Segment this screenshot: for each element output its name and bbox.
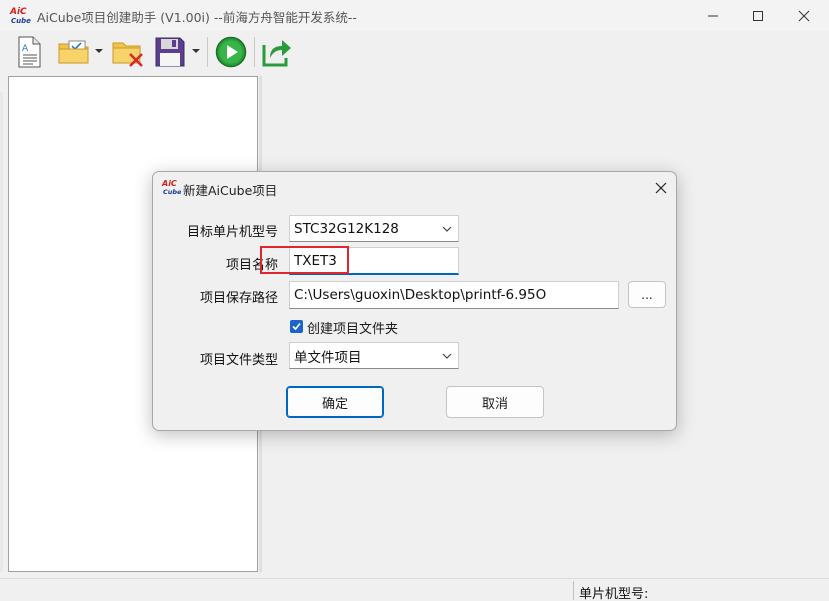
status-divider — [573, 581, 574, 600]
cancel-button[interactable]: 取消 — [446, 386, 544, 418]
close-icon — [655, 182, 667, 194]
svg-text:AiC: AiC — [161, 179, 177, 188]
ok-button[interactable]: 确定 — [286, 386, 384, 418]
maximize-button[interactable] — [735, 0, 781, 31]
svg-text:Cube: Cube — [11, 17, 31, 25]
svg-text:Cube: Cube — [163, 188, 181, 196]
share-icon — [262, 40, 291, 67]
toolbar-separator — [254, 37, 255, 67]
highlight-annotation-box — [260, 246, 349, 274]
maximize-icon — [753, 10, 763, 21]
close-window-button[interactable] — [781, 0, 827, 31]
folder-delete-icon — [112, 42, 143, 67]
dialog-logo-icon: AiC Cube — [161, 178, 182, 196]
title-bar: AiC Cube AiCube项目创建助手 (V1.00i) --前海方舟智能开… — [0, 0, 829, 31]
chevron-down-icon — [442, 353, 452, 359]
dialog-title: 新建AiCube项目 — [183, 183, 278, 198]
new-project-dialog: AiC Cube 新建AiCube项目 目标单片机型号 STC32G12K128… — [152, 171, 677, 431]
save-path-value: C:\Users\guoxin\Desktop\printf-6.95O — [294, 287, 547, 303]
save-dropdown-arrow-icon[interactable] — [192, 49, 200, 53]
minimize-button[interactable] — [690, 0, 736, 31]
close-project-button[interactable] — [110, 35, 146, 69]
create-folder-checkbox[interactable] — [290, 320, 303, 333]
new-document-button[interactable]: A — [12, 35, 46, 69]
file-type-label: 项目文件类型 — [199, 353, 278, 368]
mcu-model-label: 目标单片机型号 — [186, 225, 278, 240]
background-window-edge — [0, 92, 3, 572]
window-title: AiCube项目创建助手 (V1.00i) --前海方舟智能开发系统-- — [37, 10, 357, 25]
file-type-select[interactable]: 单文件项目 — [289, 342, 459, 369]
checkmark-icon — [292, 322, 301, 331]
mcu-model-value: STC32G12K128 — [294, 220, 399, 237]
browse-button[interactable]: ... — [628, 281, 666, 308]
dialog-close-button[interactable] — [651, 178, 671, 198]
mcu-model-select[interactable]: STC32G12K128 — [289, 215, 459, 242]
save-project-button[interactable] — [152, 35, 188, 69]
app-logo-icon: AiC Cube — [9, 5, 31, 25]
save-path-label: 项目保存路径 — [199, 291, 278, 306]
create-folder-label[interactable]: 创建项目文件夹 — [307, 318, 398, 337]
minimize-icon — [708, 15, 718, 16]
svg-text:AiC: AiC — [9, 7, 27, 17]
open-dropdown-arrow-icon[interactable] — [95, 49, 103, 53]
save-icon — [155, 37, 185, 67]
close-icon — [798, 10, 810, 21]
toolbar-separator — [207, 37, 208, 67]
folder-open-icon — [58, 40, 89, 64]
chevron-down-icon — [442, 226, 452, 232]
run-button[interactable] — [213, 35, 249, 69]
svg-text:A: A — [22, 44, 29, 54]
document-icon: A — [18, 36, 41, 68]
toolbar: A — [0, 31, 829, 74]
save-path-input[interactable]: C:\Users\guoxin\Desktop\printf-6.95O — [289, 281, 619, 309]
mcu-status-label: 单片机型号: — [579, 587, 649, 601]
export-button[interactable] — [259, 35, 295, 69]
play-icon — [215, 36, 247, 68]
open-project-button[interactable] — [55, 35, 93, 69]
file-type-value: 单文件项目 — [294, 349, 362, 366]
status-bar: 单片机型号: — [0, 578, 829, 601]
